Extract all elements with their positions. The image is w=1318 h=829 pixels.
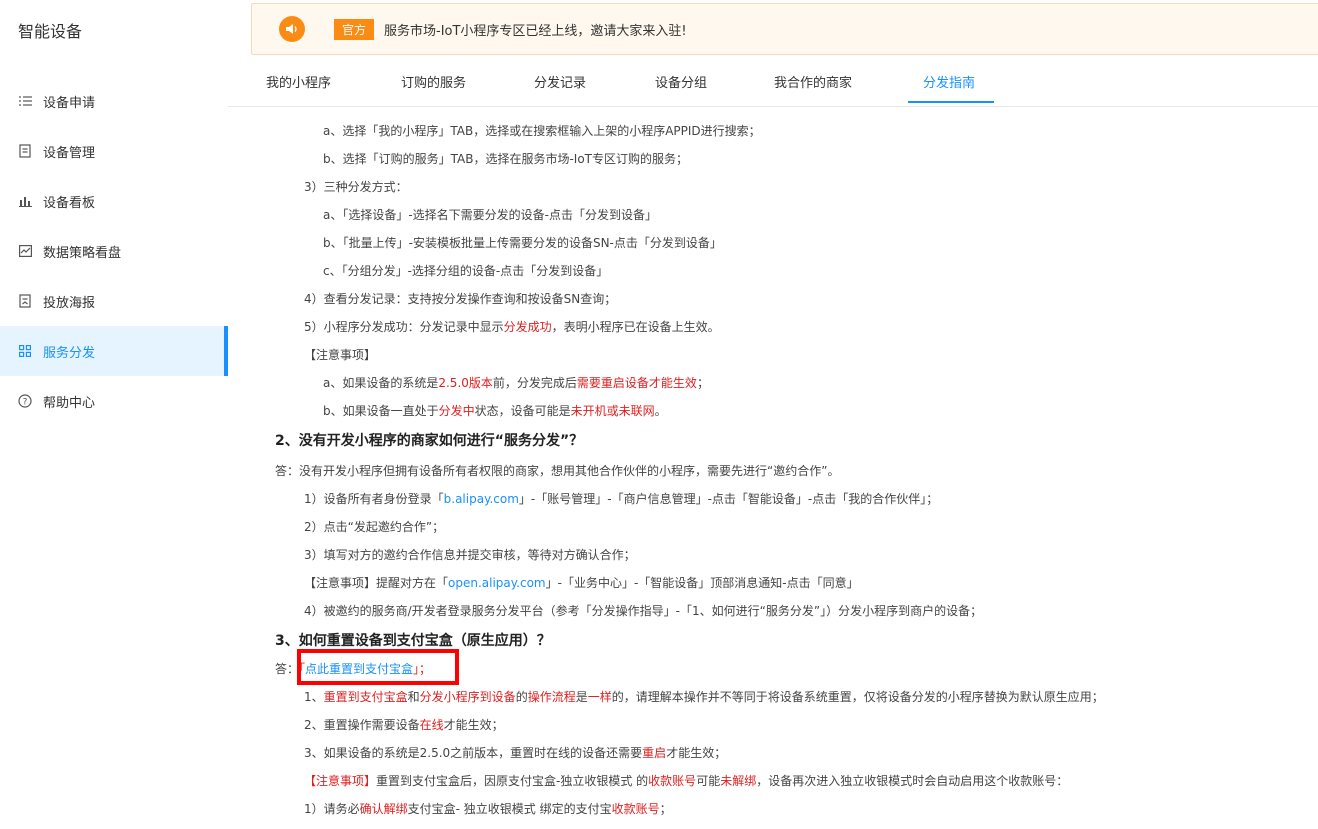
guide-line: 【注意事项】 [304,348,377,362]
main-panel: 官方 服务市场-IoT小程序专区已经上线，邀请大家来入驻! 我的小程序 订购的服… [228,0,1318,829]
tab-subscribed-services[interactable]: 订购的服务 [401,62,466,106]
line-chart-icon [18,244,32,258]
guide-line: 1、重置到支付宝盒和分发小程序到设备的操作流程是一样的，请理解本操作并不等同于将… [304,690,1104,704]
guide-line: a、「选择设备」-选择名下需要分发的设备-点击「分发到设备」 [323,208,658,222]
notice-text: 服务市场-IoT小程序专区已经上线，邀请大家来入驻! [384,23,687,39]
guide-line: b、选择「订购的服务」TAB，选择在服务市场-IoT专区订购的服务； [323,152,689,166]
speaker-icon [279,16,305,42]
b-alipay-link[interactable]: b.alipay.com [444,492,519,506]
official-tag: 官方 [334,18,375,40]
sidebar-item-service-distribution[interactable]: 服务分发 [0,326,228,376]
tab-distribution-guide[interactable]: 分发指南 [923,62,975,106]
tab-distribution-records[interactable]: 分发记录 [534,62,586,106]
guide-line: 【注意事项】提醒对方在「open.alipay.com」-「业务中心」-「智能设… [304,576,859,590]
guide-line: 2、重置操作需要设备在线才能生效； [304,718,504,732]
sidebar-item-device-manage[interactable]: 设备管理 [0,126,228,176]
sidebar-title: 智能设备 [18,22,83,41]
tab-device-groups[interactable]: 设备分组 [655,62,707,106]
highlight-box [297,649,459,685]
guide-line: 【注意事项】重置到支付宝盒后，因原支付宝盒-独立收银模式 的收款账号可能未解绑，… [304,774,1069,788]
guide-line: c、「分组分发」-选择分组的设备-点击「分发到设备」 [323,264,609,278]
tab-my-miniprogram[interactable]: 我的小程序 [266,62,331,106]
help-icon: ? [18,394,32,408]
open-alipay-link[interactable]: open.alipay.com [448,576,546,590]
list-icon [18,94,32,108]
active-tab-indicator [908,101,994,103]
sidebar-item-label: 投放海报 [43,295,96,311]
guide-line: 答：没有开发小程序但拥有设备所有者权限的商家，想用其他合作伙伴的小程序，需要先进… [275,464,840,478]
guide-line: 3、如果设备的系统是2.5.0之前版本，重置时在线的设备还需要重启才能生效； [304,746,727,760]
notice-banner: 官方 服务市场-IoT小程序专区已经上线，邀请大家来入驻! [251,3,1318,55]
svg-text:?: ? [23,398,28,408]
sidebar-item-label: 数据策略看盘 [43,245,122,261]
grid-icon [18,344,32,358]
poster-icon [18,294,32,308]
section-heading: 3、如何重置设备到支付宝盒（原生应用）？ [275,633,551,649]
guide-line: b、如果设备一直处于分发中状态，设备可能是未开机或未联网。 [323,404,667,418]
tab-bar: 我的小程序 订购的服务 分发记录 设备分组 我合作的商家 分发指南 [228,62,1318,107]
guide-line: 1）请务必确认解绑支付宝盒- 独立收银模式 绑定的支付宝收款账号； [304,802,672,816]
tab-partner-merchants[interactable]: 我合作的商家 [774,62,852,106]
guide-line: 3）三种分发方式： [304,180,408,194]
sidebar-item-label: 设备管理 [43,145,96,161]
section-heading: 2、没有开发小程序的商家如何进行“服务分发”？ [275,433,584,449]
guide-line: 1）设备所有者身份登录「b.alipay.com」-「账号管理」-「商户信息管理… [304,492,939,506]
sidebar-item-device-board[interactable]: 设备看板 [0,176,228,226]
sidebar-item-label: 帮助中心 [43,395,96,411]
sidebar: 智能设备 设备申请 设备管理 设备看板 数据策略看盘 投放海报 服务分发 ? 帮… [0,0,228,829]
guide-line: a、选择「我的小程序」TAB，选择或在搜索框输入上架的小程序APPID进行搜索； [323,124,761,138]
guide-line: 5）小程序分发成功：分发记录中显示分发成功，表明小程序已在设备上生效。 [304,320,720,334]
guide-line: 4）被邀约的服务商/开发者登录服务分发平台（参考「分发操作指导」-「1、如何进行… [304,604,983,618]
sidebar-item-help-center[interactable]: ? 帮助中心 [0,376,228,426]
guide-line: a、如果设备的系统是2.5.0版本前，分发完成后需要重启设备才能生效； [323,376,709,390]
guide-line: b、「批量上传」-安装模板批量上传需要分发的设备SN-点击「分发到设备」 [323,236,722,250]
sidebar-item-data-strategy[interactable]: 数据策略看盘 [0,226,228,276]
guide-line: 3）填写对方的邀约合作信息并提交审核，等待对方确认合作； [304,548,636,562]
sidebar-item-label: 设备看板 [43,195,96,211]
sidebar-item-label: 设备申请 [43,95,96,111]
guide-content: a、选择「我的小程序」TAB，选择或在搜索框输入上架的小程序APPID进行搜索；… [228,106,1318,829]
guide-line: 2）点击“发起邀约合作”； [304,520,445,534]
bar-chart-icon [18,194,32,208]
sidebar-item-poster[interactable]: 投放海报 [0,276,228,326]
sidebar-item-label: 服务分发 [43,345,96,361]
guide-line: 4）查看分发记录：支持按分发操作查询和按设备SN查询； [304,292,617,306]
document-icon [18,144,32,158]
sidebar-item-device-apply[interactable]: 设备申请 [0,76,228,126]
